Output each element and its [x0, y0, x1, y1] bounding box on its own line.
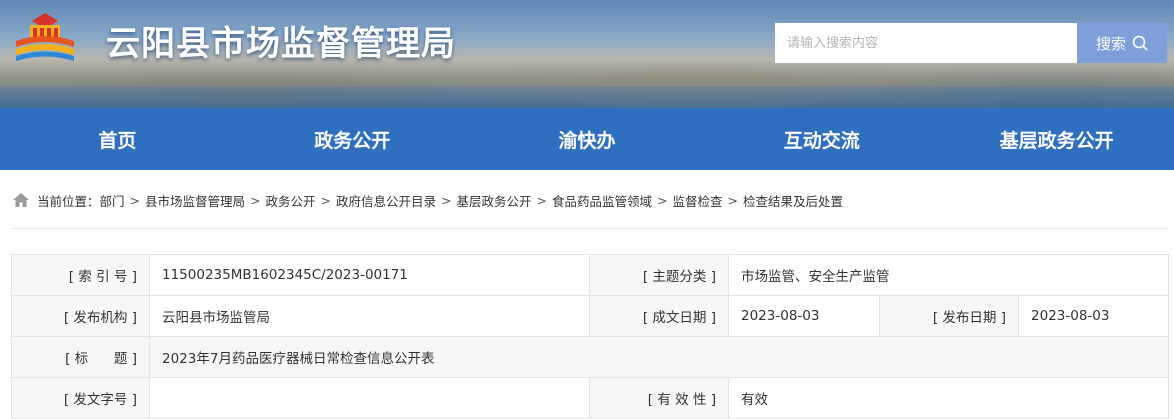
breadcrumb-separator: >	[441, 192, 452, 208]
doc-number-label: [ 发文字号 ]	[11, 377, 150, 419]
table-row: [ 发文字号 ] [ 有 效 性 ] 有效	[11, 377, 1170, 419]
nav-item-interaction[interactable]: 互动交流	[704, 126, 939, 153]
breadcrumb-link[interactable]: 政务公开	[266, 191, 316, 210]
search-button[interactable]: 搜索	[1077, 23, 1167, 63]
validity-label: [ 有 效 性 ]	[589, 377, 729, 419]
document-info-table: [ 索 引 号 ] 11500235MB1602345C/2023-00171 …	[11, 254, 1170, 419]
breadcrumb-link[interactable]: 政府信息公开目录	[336, 191, 436, 210]
publisher-value: 云阳县市场监管局	[149, 295, 590, 337]
category-value: 市场监管、安全生产监管	[727, 254, 1170, 296]
breadcrumb-link[interactable]: 县市场监督管理局	[145, 191, 245, 210]
category-label: [ 主题分类 ]	[589, 254, 729, 296]
nav-item-grassroots-affairs[interactable]: 基层政务公开	[939, 126, 1174, 153]
doc-number-value	[149, 377, 590, 419]
table-row: [ 索 引 号 ] 11500235MB1602345C/2023-00171 …	[11, 254, 1170, 296]
breadcrumb-link[interactable]: 监督检查	[673, 191, 723, 210]
title-value: 2023年7月药品医疗器械日常检查信息公开表	[148, 336, 1170, 378]
home-icon	[13, 193, 29, 207]
breadcrumb: 当前位置： 部门 > 县市场监督管理局 > 政务公开 > 政府信息公开目录 > …	[13, 190, 843, 210]
index-value: 11500235MB1602345C/2023-00171	[149, 254, 590, 296]
header-banner: 云阳县市场监督管理局 搜索	[0, 0, 1174, 108]
breadcrumb-link[interactable]: 部门	[100, 191, 125, 210]
breadcrumb-separator: >	[657, 192, 668, 208]
breadcrumb-prefix: 当前位置：	[37, 193, 100, 209]
banner-water	[0, 86, 1174, 108]
table-row: [ 标 题 ] 2023年7月药品医疗器械日常检查信息公开表	[11, 336, 1170, 378]
title-label: [ 标 题 ]	[11, 336, 150, 378]
created-date-label: [ 成文日期 ]	[589, 295, 729, 337]
published-date-value: 2023-08-03	[1017, 295, 1170, 337]
breadcrumb-link[interactable]: 基层政务公开	[457, 191, 532, 210]
published-date-label: [ 发布日期 ]	[879, 295, 1019, 337]
breadcrumb-link[interactable]: 食品药品监管领域	[552, 191, 652, 210]
publisher-label: [ 发布机构 ]	[11, 295, 150, 337]
breadcrumb-separator: >	[250, 192, 261, 208]
breadcrumb-link[interactable]: 检查结果及后处置	[743, 191, 843, 210]
breadcrumb-separator: >	[727, 192, 739, 208]
breadcrumb-separator: >	[536, 192, 548, 208]
search-input[interactable]	[775, 23, 1077, 63]
breadcrumb-separator: >	[320, 192, 332, 208]
nav-item-home[interactable]: 首页	[0, 126, 235, 153]
validity-value: 有效	[727, 377, 1170, 419]
nav-item-yukuaiban[interactable]: 渝快办	[470, 126, 705, 153]
search-button-label: 搜索	[1095, 34, 1126, 53]
site-title: 云阳县市场监督管理局	[106, 24, 456, 64]
emblem-logo-icon	[16, 13, 74, 61]
breadcrumb-separator: >	[129, 192, 141, 208]
nav-item-government-affairs[interactable]: 政务公开	[235, 126, 470, 153]
search-icon	[1132, 35, 1148, 51]
created-date-value: 2023-08-03	[728, 295, 880, 337]
main-nav: 首页 政务公开 渝快办 互动交流 基层政务公开	[0, 108, 1174, 170]
index-label: [ 索 引 号 ]	[11, 254, 150, 296]
divider	[12, 228, 1168, 229]
table-row: [ 发布机构 ] 云阳县市场监管局 [ 成文日期 ] 2023-08-03 [ …	[11, 295, 1170, 337]
